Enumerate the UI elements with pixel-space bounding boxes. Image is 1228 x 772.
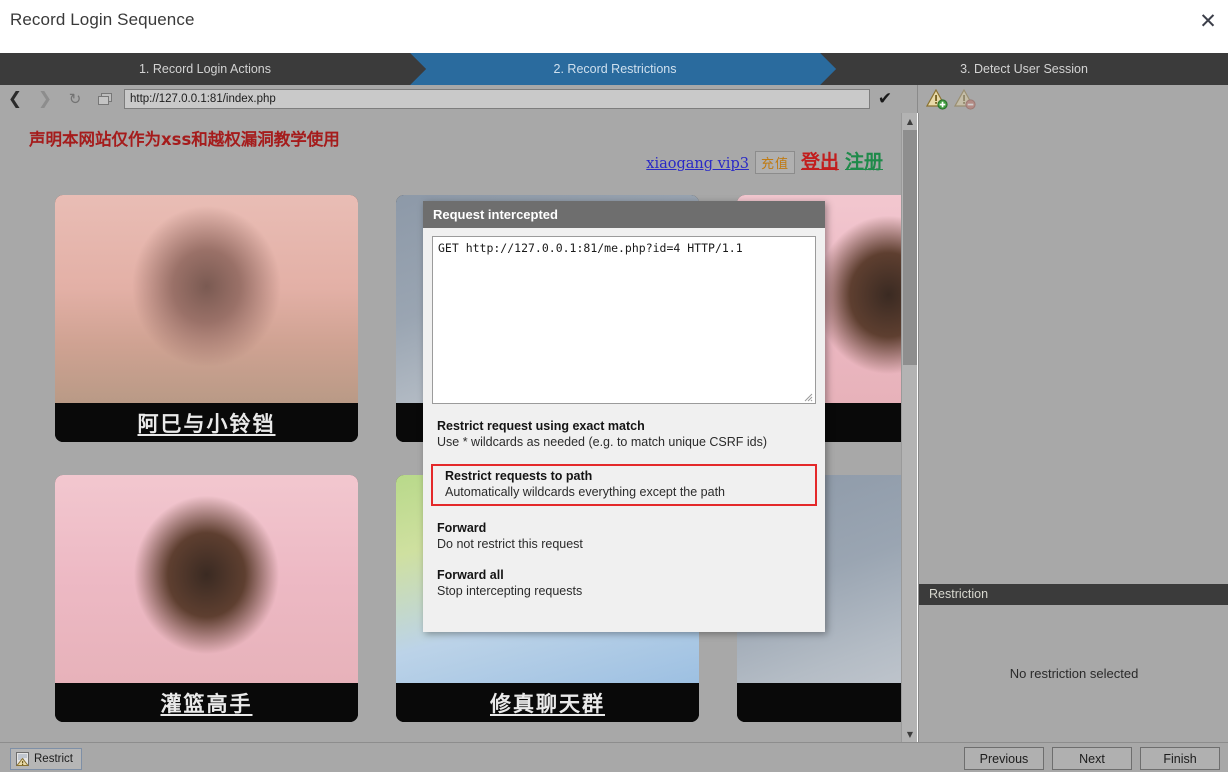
- option-restrict-to-path[interactable]: Restrict requests to path Automatically …: [431, 464, 817, 506]
- restrict-document-icon: [16, 752, 29, 766]
- windows-icon[interactable]: [90, 86, 120, 112]
- list-item[interactable]: 灌篮高手: [55, 475, 358, 722]
- dialog-title: Request intercepted: [423, 201, 825, 228]
- request-intercepted-dialog: Request intercepted GET http://127.0.0.1…: [423, 201, 825, 632]
- register-link[interactable]: 注册: [845, 147, 883, 174]
- restriction-panel-header: Restriction: [919, 584, 1228, 605]
- option-description: Use * wildcards as needed (e.g. to match…: [437, 435, 768, 449]
- restriction-empty-message: No restriction selected: [1009, 666, 1139, 681]
- card-thumbnail: [55, 195, 358, 403]
- card-title[interactable]: 灌篮高手: [55, 683, 358, 722]
- step-record-login-actions[interactable]: 1. Record Login Actions: [0, 53, 426, 85]
- warning-remove-icon[interactable]: [953, 88, 976, 110]
- recharge-button[interactable]: 充值: [754, 151, 795, 174]
- intercept-options: Restrict request using exact match Use *…: [423, 417, 825, 600]
- record-login-sequence-window: Record Login Sequence ✕ 1. Record Login …: [0, 0, 1228, 772]
- step-record-restrictions[interactable]: 2. Record Restrictions: [410, 53, 836, 85]
- tab-restrict-label: Restrict: [34, 753, 73, 765]
- step-detect-user-session[interactable]: 3. Detect User Session: [820, 53, 1228, 85]
- bottom-toolbar: Restrict Previous Next Finish: [0, 742, 1228, 772]
- option-restrict-exact-match[interactable]: Restrict request using exact match Use *…: [423, 417, 825, 451]
- request-textarea[interactable]: GET http://127.0.0.1:81/me.php?id=4 HTTP…: [433, 237, 815, 403]
- forward-arrow-icon[interactable]: ❯: [30, 86, 60, 112]
- card-title[interactable]: [737, 683, 917, 722]
- option-forward-all[interactable]: Forward all Stop intercepting requests: [423, 566, 825, 600]
- option-title: Restrict requests to path: [445, 469, 593, 483]
- card-title[interactable]: 阿巳与小铃铛: [55, 403, 358, 442]
- browser-toolbar: ❮ ❯ ↻ ✔: [0, 85, 917, 113]
- finish-button[interactable]: Finish: [1140, 747, 1220, 770]
- user-name-link[interactable]: xiaogang vip3: [646, 156, 749, 172]
- scroll-up-icon[interactable]: ▲: [902, 113, 918, 129]
- option-title: Forward all: [437, 568, 504, 582]
- option-description: Automatically wildcards everything excep…: [445, 485, 726, 499]
- window-titlebar: Record Login Sequence ✕: [0, 0, 1228, 45]
- scrollbar-thumb[interactable]: [903, 130, 917, 365]
- wizard-buttons: Previous Next Finish: [964, 747, 1220, 770]
- card-title[interactable]: 修真聊天群: [396, 683, 699, 722]
- back-arrow-icon[interactable]: ❮: [0, 86, 30, 112]
- previous-button[interactable]: Previous: [964, 747, 1044, 770]
- wizard-steps: 1. Record Login Actions 2. Record Restri…: [0, 53, 1228, 85]
- scroll-down-icon[interactable]: ▼: [902, 726, 918, 742]
- list-item[interactable]: 阿巳与小铃铛: [55, 195, 358, 442]
- option-description: Do not restrict this request: [437, 537, 583, 551]
- next-button[interactable]: Next: [1052, 747, 1132, 770]
- close-icon[interactable]: ✕: [1194, 7, 1222, 35]
- page-title: Record Login Sequence: [10, 10, 195, 29]
- option-description: Stop intercepting requests: [437, 584, 583, 598]
- page-scrollbar[interactable]: ▲ ▼: [901, 113, 917, 742]
- checkmark-icon[interactable]: ✔: [870, 86, 900, 112]
- option-title: Forward: [437, 521, 487, 535]
- site-banner: 声明本网站仅作为xss和越权漏洞教学使用: [29, 130, 340, 149]
- url-input[interactable]: [124, 89, 870, 109]
- logout-link[interactable]: 登出: [801, 147, 839, 174]
- option-title: Restrict request using exact match: [437, 419, 645, 433]
- restriction-panel: Restriction No restriction selected: [918, 113, 1228, 742]
- option-forward[interactable]: Forward Do not restrict this request: [423, 519, 825, 553]
- tab-restrict[interactable]: Restrict: [10, 748, 82, 770]
- restriction-toolbar: [917, 85, 1228, 113]
- user-links: xiaogang vip3 充值 登出 注册: [646, 147, 883, 174]
- warning-add-icon[interactable]: [925, 88, 948, 110]
- card-thumbnail: [55, 475, 358, 683]
- reload-icon[interactable]: ↻: [60, 86, 90, 112]
- request-textarea-wrapper: GET http://127.0.0.1:81/me.php?id=4 HTTP…: [432, 236, 816, 404]
